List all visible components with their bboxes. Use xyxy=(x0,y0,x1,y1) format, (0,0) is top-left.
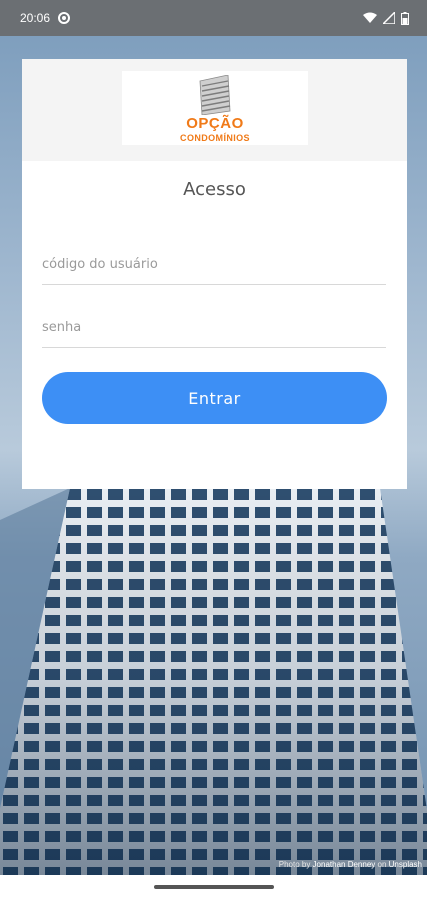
battery-icon xyxy=(401,11,409,25)
status-time: 20:06 xyxy=(20,11,51,25)
login-card: OPÇÃO CONDOMÍNIOS Acesso Entrar xyxy=(22,59,407,489)
wifi-icon xyxy=(363,12,377,23)
location-circle-icon xyxy=(58,12,71,24)
status-bar: 20:06 xyxy=(0,0,427,36)
user-code-input[interactable] xyxy=(42,244,386,285)
logo-band: OPÇÃO CONDOMÍNIOS xyxy=(22,59,407,161)
password-input[interactable] xyxy=(42,307,386,348)
gesture-handle[interactable] xyxy=(154,885,274,889)
photo-credit: Photo by Jonathan Denney on Unsplash xyxy=(279,860,422,869)
credit-prefix: Photo by xyxy=(278,860,311,869)
logo-text-main: OPÇÃO xyxy=(186,115,244,132)
credit-site-link[interactable]: Unsplash xyxy=(389,860,422,869)
logo-text-sub: CONDOMÍNIOS xyxy=(180,133,250,143)
login-title: Acesso xyxy=(183,179,246,200)
login-button[interactable]: Entrar xyxy=(42,372,387,424)
company-logo: OPÇÃO CONDOMÍNIOS xyxy=(122,71,308,145)
signal-icon xyxy=(383,12,395,24)
logo-building-icon xyxy=(199,75,231,115)
credit-author-link[interactable]: Jonathan Denney xyxy=(313,860,376,869)
credit-middle: on xyxy=(377,860,387,869)
